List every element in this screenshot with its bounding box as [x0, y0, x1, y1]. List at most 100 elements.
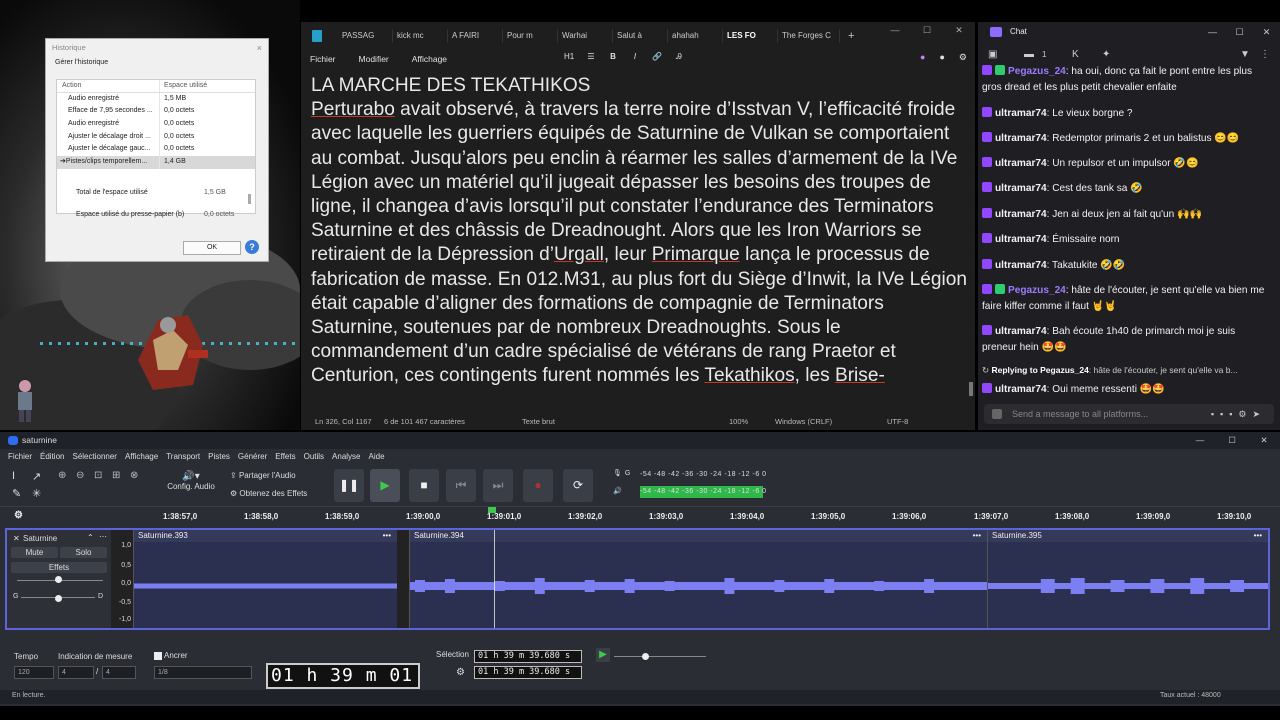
zoom-level[interactable]: 100% — [729, 417, 748, 426]
account-icon[interactable]: ● — [939, 52, 944, 63]
zoom-out-icon[interactable]: ⊖ — [76, 470, 84, 481]
close-icon[interactable]: ✕ — [1248, 432, 1280, 449]
snap-select[interactable]: 1/8 — [154, 666, 252, 679]
playback-meter-icon[interactable]: 🔊 — [613, 486, 622, 498]
table-row[interactable]: Ajuster le décalage gauc... 0,0 octets — [57, 143, 255, 157]
maximize-icon[interactable]: ☐ — [1226, 22, 1253, 42]
menu-item[interactable]: Outils — [304, 452, 324, 461]
menu-item[interactable]: Pistes — [208, 452, 230, 461]
clear-format-icon[interactable]: Ꭿ — [674, 52, 684, 62]
more-icon[interactable]: ⋮ — [1260, 49, 1270, 60]
document-text[interactable]: LA MARCHE DES TEKATHIKOS Perturabo avait… — [311, 74, 971, 409]
menu-item[interactable]: Transport — [166, 452, 200, 461]
speaker-icon[interactable]: 🔊▾ — [162, 471, 220, 482]
table-row-selected[interactable]: ➔Pistes/clips temporellem... 1,4 GB — [57, 156, 255, 169]
playback-speed-slider[interactable] — [614, 656, 706, 657]
copilot-icon[interactable]: ● — [920, 52, 925, 63]
menu-item[interactable]: Aide — [369, 452, 385, 461]
menu-item[interactable]: Affichage — [125, 452, 158, 461]
menu-file[interactable]: Fichier — [310, 54, 336, 64]
menu-item[interactable]: Fichier — [8, 452, 32, 461]
tab[interactable]: A FAIRI — [448, 29, 503, 43]
effects-button[interactable]: Effets — [11, 562, 107, 573]
menu-item[interactable]: Sélectionner — [72, 452, 116, 461]
close-icon[interactable]: ✕ — [943, 22, 975, 38]
menu-item[interactable]: Édition — [40, 452, 64, 461]
clip-menu-icon[interactable]: ••• — [383, 530, 391, 542]
kick-icon[interactable]: K — [1072, 49, 1079, 60]
mic-icon[interactable]: 🎙 G — [613, 468, 631, 480]
tab[interactable]: ahahah — [668, 29, 723, 43]
tab-active[interactable]: LES FO — [723, 29, 778, 43]
maximize-icon[interactable]: ☐ — [911, 22, 943, 38]
minimize-icon[interactable]: — — [1184, 432, 1216, 449]
draw-tool-icon[interactable]: ✎ — [12, 487, 21, 500]
tab[interactable]: Pour m — [503, 29, 558, 43]
gear-icon[interactable]: ⚙ — [959, 52, 967, 63]
time-display[interactable]: 01 h 39 m 01 s — [266, 663, 420, 708]
pan-slider-handle[interactable] — [55, 595, 62, 602]
time-signature-denominator[interactable]: 4 — [102, 666, 136, 679]
italic-button[interactable]: I — [630, 52, 640, 62]
send-icon[interactable]: ▪▪▪⚙➤ — [1211, 404, 1266, 424]
ok-button[interactable]: OK — [183, 241, 241, 255]
skip-end-button[interactable]: ⏭ — [483, 469, 513, 502]
help-icon[interactable]: ? — [245, 240, 259, 254]
table-row[interactable]: Ajuster le décalage droit ... 0,0 octets — [57, 130, 255, 144]
tab[interactable]: Warhai — [558, 29, 613, 43]
stop-button[interactable]: ■ — [409, 469, 439, 502]
scrollbar[interactable] — [969, 382, 973, 396]
filter-icon[interactable]: ▼ — [1240, 49, 1250, 60]
gain-slider-handle[interactable] — [55, 576, 62, 583]
settings-icon[interactable]: ⚙ — [14, 510, 23, 521]
collapse-icon[interactable]: ⌃ — [87, 533, 94, 542]
audio-track[interactable]: ✕ Saturnine ⌃ ⋯ Mute Solo Effets G D 1,0… — [5, 528, 1270, 630]
zoom-fit-icon[interactable]: ⊞ — [112, 470, 120, 481]
envelope-tool-icon[interactable]: ↗ — [32, 470, 41, 483]
clip-menu-icon[interactable]: ••• — [973, 530, 981, 542]
scrollbar[interactable] — [248, 94, 251, 204]
record-meter[interactable]: -54 -48 -42 -36 -30 -24 -18 -12 -6 0 — [640, 469, 790, 481]
anchor-checkbox[interactable] — [154, 652, 162, 660]
gear-icon[interactable]: ⚙ — [456, 667, 465, 678]
audio-clip[interactable]: Saturnine.393 ••• — [133, 530, 397, 628]
tab[interactable]: The Forges C — [778, 29, 840, 43]
close-icon[interactable]: × — [257, 39, 262, 57]
audio-clip[interactable]: Saturnine.394 ••• — [409, 530, 987, 628]
skip-start-button[interactable]: ⏮ — [446, 469, 476, 502]
play-at-speed-button[interactable]: ▶ — [596, 648, 610, 662]
share-audio-button[interactable]: ⇪ Partager l'Audio — [230, 471, 296, 480]
camera-icon[interactable]: ▬ — [1024, 49, 1034, 60]
chat-input[interactable]: Send a message to all platforms... ▪▪▪⚙➤ — [984, 404, 1274, 424]
maximize-icon[interactable]: ☐ — [1216, 432, 1248, 449]
heading-button[interactable]: H1 — [564, 52, 574, 62]
multi-tool-icon[interactable]: ✳ — [32, 487, 41, 500]
menu-item[interactable]: Générer — [238, 452, 267, 461]
audio-clip[interactable]: Saturnine.395 ••• — [987, 530, 1268, 628]
new-tab-button[interactable]: + — [848, 30, 854, 42]
close-track-icon[interactable]: ✕ — [13, 534, 20, 543]
minimize-icon[interactable]: — — [879, 22, 911, 38]
play-button[interactable]: ▶ — [370, 469, 400, 502]
clip-menu-icon[interactable]: ••• — [1254, 530, 1262, 542]
tempo-input[interactable]: 120 — [14, 666, 54, 679]
menu-item[interactable]: Effets — [275, 452, 295, 461]
table-row[interactable]: Audio enregistré 1,5 MB — [57, 92, 255, 106]
selection-start[interactable]: 01 h 39 m 39.680 s — [474, 650, 582, 663]
audio-setup-button[interactable]: Config. Audio — [162, 482, 220, 491]
pause-button[interactable]: ❚❚ — [334, 469, 364, 502]
solo-button[interactable]: Solo — [60, 547, 107, 558]
chat-icon[interactable]: ▣ — [988, 49, 997, 60]
bold-button[interactable]: B — [608, 52, 618, 62]
table-row[interactable]: Audio enregistré 0,0 octets — [57, 118, 255, 131]
close-icon[interactable]: ✕ — [1253, 22, 1280, 42]
tab[interactable]: PASSAG — [338, 29, 393, 43]
get-effects-button[interactable]: ⚙ Obtenez des Effets — [230, 489, 307, 498]
zoom-sel-icon[interactable]: ⊡ — [94, 470, 102, 481]
selection-tool-icon[interactable]: I — [12, 470, 15, 482]
tab[interactable]: Salut à — [613, 29, 668, 43]
minimize-icon[interactable]: — — [1199, 22, 1226, 42]
menu-item[interactable]: Analyse — [332, 452, 360, 461]
track-name[interactable]: Saturnine — [23, 534, 57, 543]
playback-speed-handle[interactable] — [642, 653, 649, 660]
